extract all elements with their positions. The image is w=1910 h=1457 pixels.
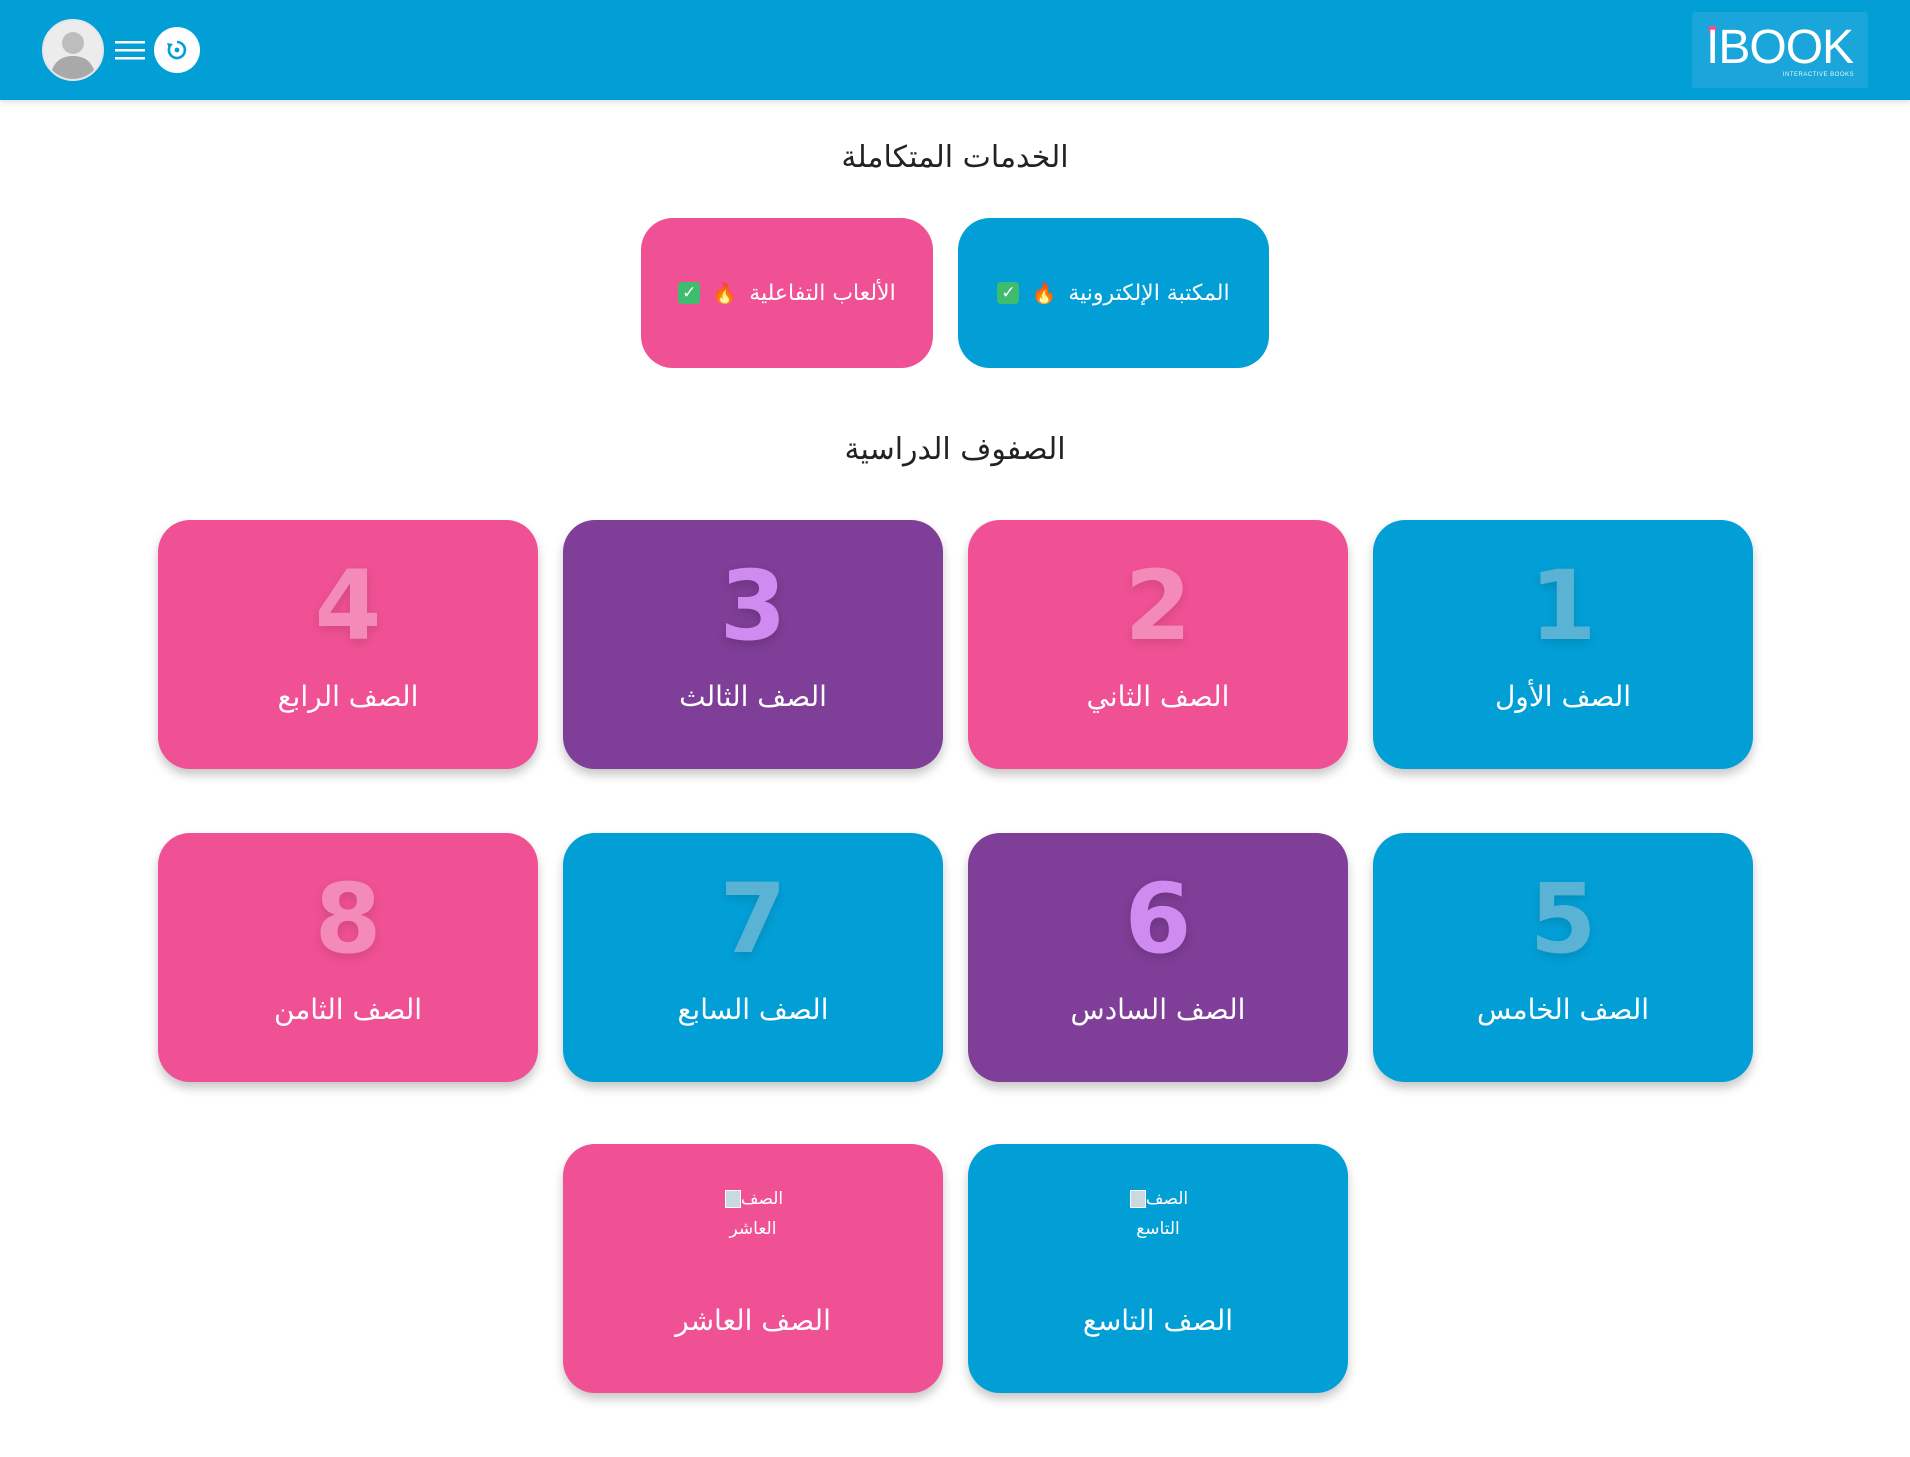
grades-title: الصفوف الدراسية xyxy=(844,432,1066,467)
grade-number-6: 6 xyxy=(1124,863,1192,975)
grade-number-5: 5 xyxy=(1529,863,1597,975)
grade-card-6[interactable]: 6 الصف السادس xyxy=(968,833,1348,1082)
grade-number-2: 2 xyxy=(1124,550,1192,662)
grade-card-8[interactable]: 8 الصف الثامن xyxy=(158,833,538,1082)
grade-card-3[interactable]: 3 الصف الثالث xyxy=(563,520,943,769)
grade-label-7: الصف السابع xyxy=(677,993,829,1026)
grade-label-9: الصف التاسع xyxy=(1082,1304,1234,1337)
interactive-games-button[interactable]: الألعاب التفاعلية 🔥 ✓ xyxy=(641,218,933,368)
hamburger-menu-icon[interactable] xyxy=(115,36,145,64)
interactive-games-label: الألعاب التفاعلية xyxy=(749,280,896,306)
grade-label-8: الصف الثامن xyxy=(273,993,423,1026)
grade-label-6: الصف السادس xyxy=(1070,993,1246,1026)
user-avatar-icon xyxy=(44,21,102,79)
grade-card-2[interactable]: 2 الصف الثاني xyxy=(968,520,1348,769)
fire-icon: 🔥 xyxy=(712,281,738,305)
broken-image-icon xyxy=(724,1190,741,1208)
grade-card-4[interactable]: 4 الصف الرابع xyxy=(158,520,538,769)
grade-number-8: 8 xyxy=(314,863,382,975)
grade-label-5: الصف الخامس xyxy=(1476,993,1650,1026)
user-avatar[interactable] xyxy=(42,19,104,81)
ibook-logo[interactable]: IBOOK INTERACTIVE BOOKS xyxy=(1692,12,1868,88)
check-mark-icon: ✓ xyxy=(997,282,1020,304)
broken-image-icon xyxy=(1129,1190,1146,1208)
top-navbar: IBOOK INTERACTIVE BOOKS xyxy=(0,0,1910,100)
grade-card-7[interactable]: 7 الصف السابع xyxy=(563,833,943,1082)
grade-card-1[interactable]: 1 الصف الأول xyxy=(1373,520,1753,769)
grade-label-3: الصف الثالث xyxy=(679,680,827,713)
grade-card-5[interactable]: 5 الصف الخامس xyxy=(1373,833,1753,1082)
grade-label-4: الصف الرابع xyxy=(277,680,419,713)
broken-image-9: الصف التاسع xyxy=(1083,1184,1233,1244)
grade-card-10[interactable]: الصف العاشر الصف العاشر xyxy=(563,1144,943,1393)
grade-number-4: 4 xyxy=(314,550,382,662)
grade-number-7: 7 xyxy=(719,863,787,975)
logo-subtitle: INTERACTIVE BOOKS xyxy=(1782,72,1854,78)
grade-label-2: الصف الثاني xyxy=(1086,680,1230,713)
e-library-label: المكتبة الإلكترونية xyxy=(1068,280,1230,306)
services-title: الخدمات المتكاملة xyxy=(841,140,1069,175)
grade-number-3: 3 xyxy=(719,550,787,662)
broken-image-alt-line2: العاشر xyxy=(729,1219,777,1239)
refresh-icon xyxy=(167,40,187,60)
grade-label-10: الصف العاشر xyxy=(675,1304,831,1337)
e-library-button[interactable]: المكتبة الإلكترونية 🔥 ✓ xyxy=(958,218,1269,368)
broken-image-alt-line1: الصف xyxy=(740,1189,784,1209)
refresh-button[interactable] xyxy=(154,27,200,73)
check-mark-icon: ✓ xyxy=(678,282,701,304)
grade-label-1: الصف الأول xyxy=(1494,680,1632,713)
broken-image-alt-line2: التاسع xyxy=(1136,1219,1180,1239)
broken-image-alt-line1: الصف xyxy=(1145,1189,1189,1209)
logo-text: IBOOK xyxy=(1706,21,1854,74)
fire-icon: 🔥 xyxy=(1031,281,1057,305)
grade-card-9[interactable]: الصف التاسع الصف التاسع xyxy=(968,1144,1348,1393)
grade-number-1: 1 xyxy=(1529,550,1597,662)
broken-image-10: الصف العاشر xyxy=(678,1184,828,1244)
